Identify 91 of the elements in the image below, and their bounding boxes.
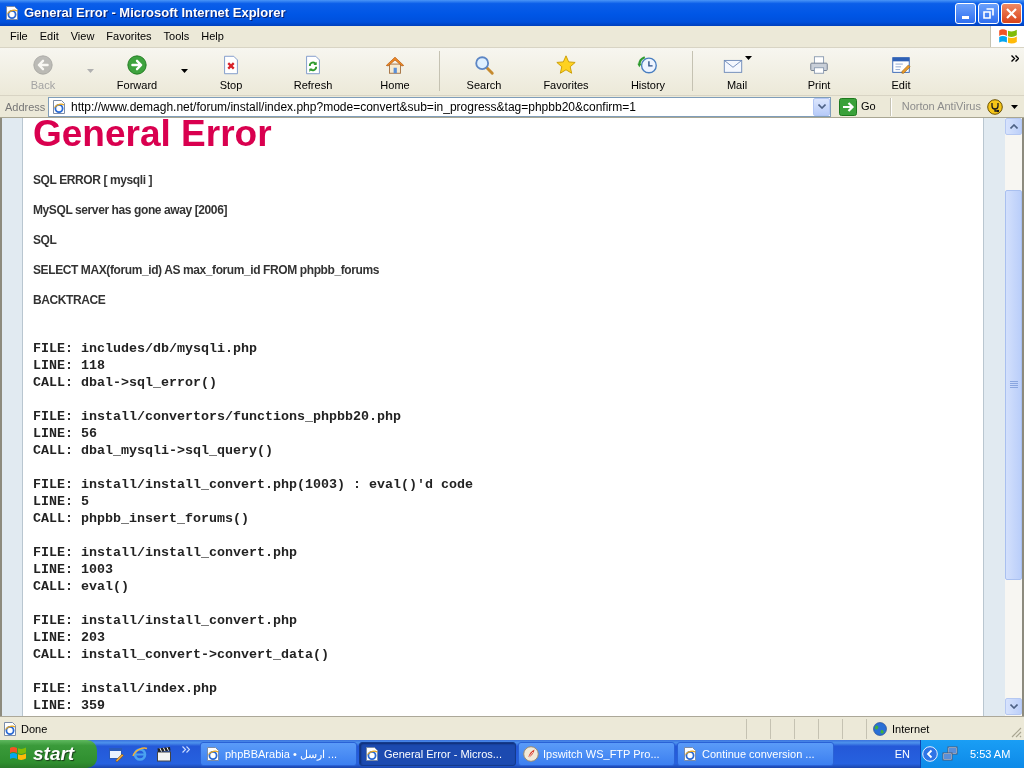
error-text: MySQL server has gone away [2006] [33, 203, 228, 217]
toolbar-button[interactable]: Home [354, 49, 436, 93]
toolbar-button[interactable]: Refresh [272, 49, 354, 93]
zone-label: Internet [892, 721, 930, 736]
house-icon [384, 54, 406, 76]
network-computers-icon [942, 746, 958, 762]
backtrace-line: LINE: 56 [33, 425, 98, 442]
scrollbar-thumb[interactable] [1005, 190, 1022, 580]
taskbar-button[interactable]: General Error - Micros... [359, 742, 516, 766]
browser-page-icon [682, 746, 698, 762]
backtrace-line: LINE: 1003 [33, 561, 114, 578]
menu-item[interactable]: Help [195, 26, 230, 47]
toolbar-overflow-button[interactable] [1010, 53, 1020, 63]
clock: 5:53 AM [970, 747, 1011, 761]
toolbar-button[interactable]: Edit [860, 49, 942, 93]
language-indicator[interactable]: EN [894, 747, 910, 761]
go-button[interactable]: Go [837, 96, 878, 117]
quick-launch-button[interactable] [156, 746, 172, 762]
window-title: General Error - Microsoft Internet Explorer [24, 5, 286, 21]
caret-icon [1011, 104, 1019, 109]
backtrace-line: CALL: dbal->sql_error() [33, 374, 218, 391]
address-dropdown-button[interactable] [813, 97, 830, 116]
backtrace-line: CALL: install_convert->convert_data() [33, 646, 330, 663]
minimize-button[interactable] [955, 2, 976, 24]
toolbar-button[interactable]: Forward [96, 49, 178, 93]
browser-page-icon [364, 746, 380, 762]
chevron-down-icon [817, 104, 826, 109]
menu-item[interactable]: File [4, 26, 34, 47]
restore-button[interactable] [978, 2, 999, 24]
star-icon [555, 54, 577, 76]
backtrace-line: LINE: 5 [33, 493, 90, 510]
toolbar-button[interactable]: Favorites [525, 49, 607, 93]
resize-grip-icon[interactable] [1010, 726, 1022, 738]
stethoscope-badge-icon [987, 98, 1003, 115]
arrow-down-icon [1009, 704, 1018, 709]
chevron-left-circle-icon [922, 746, 938, 762]
error-text: BACKTRACE [33, 293, 107, 307]
backtrace-line: CALL: phpbb_insert_forums() [33, 510, 250, 527]
backtrace-line: FILE: install/install_convert.php [33, 544, 298, 561]
toolbar-button[interactable]: Search [443, 49, 525, 93]
printer-icon [808, 54, 830, 76]
backtrace-line: FILE: install/install_convert.php(1003) : eval()'d code [33, 476, 474, 493]
address-field[interactable]: http://www.demagh.net/forum/install/index.php?mode=convert&sub=in_progress&tag=phpbb20&confirm=1 [48, 96, 831, 117]
toolbar-button[interactable]: History [607, 49, 689, 93]
error-heading: General Error [33, 118, 273, 149]
double-chevron-icon [182, 745, 190, 753]
status-text: Done [21, 721, 48, 736]
tray-expand-button[interactable] [922, 746, 938, 762]
backtrace-line: FILE: install/index.php [33, 680, 218, 697]
menu-item[interactable]: Favorites [100, 26, 158, 47]
toolbar-button[interactable]: Print [778, 49, 860, 93]
clapperboard-icon [156, 746, 172, 762]
error-text: SELECT MAX(forum_id) AS max_forum_id FROM phpbb_forums [33, 263, 380, 277]
backtrace-line: FILE: includes/db/mysqli.php [33, 340, 258, 357]
backtrace-line: LINE: 359 [33, 697, 106, 714]
error-text: SQL ERROR [ mysqli ] [33, 173, 154, 187]
arrow-up-icon [1009, 124, 1018, 129]
start-button[interactable]: start [0, 740, 97, 768]
minimize-icon [962, 15, 969, 19]
toolbar-button[interactable]: Stop [190, 49, 272, 93]
globe-icon [873, 721, 887, 736]
window-pencil-icon [108, 746, 124, 762]
browser-page-icon [51, 98, 67, 115]
browser-logo-icon [132, 746, 148, 762]
document-pen-icon [890, 54, 912, 76]
backtrace-line: CALL: eval() [33, 578, 130, 595]
menu-item[interactable]: Edit [33, 26, 65, 47]
search-icon [473, 54, 495, 76]
scroll-down-button[interactable] [1005, 698, 1022, 715]
browser-page-icon [205, 746, 221, 762]
grip-icon [1009, 381, 1018, 389]
backtrace-line: FILE: install/convertors/functions_phpbb20.php [33, 408, 402, 425]
close-button[interactable] [1001, 2, 1022, 24]
double-chevron-icon [1011, 54, 1019, 62]
page-icon [2, 720, 18, 737]
error-text: SQL [33, 233, 58, 247]
feather-badge-icon [523, 746, 539, 762]
quick-launch-more-button[interactable] [182, 745, 190, 753]
menu-item[interactable]: Tools [157, 26, 196, 47]
menu-item[interactable]: View [64, 26, 101, 47]
address-label: Address [5, 99, 47, 114]
caret-icon [86, 69, 94, 73]
backtrace-line: FILE: install/install_convert.php [33, 612, 298, 629]
toolbar-button[interactable]: Mail [696, 49, 778, 93]
backtrace-line: LINE: 203 [33, 629, 106, 646]
browser-page-icon [4, 5, 20, 21]
close-icon [1006, 7, 1017, 19]
backtrace-line: CALL: dbal_mysqli->sql_query() [33, 442, 274, 459]
backtrace-line: LINE: 118 [33, 357, 106, 374]
restore-icon [983, 7, 994, 19]
caret-icon [180, 69, 188, 73]
